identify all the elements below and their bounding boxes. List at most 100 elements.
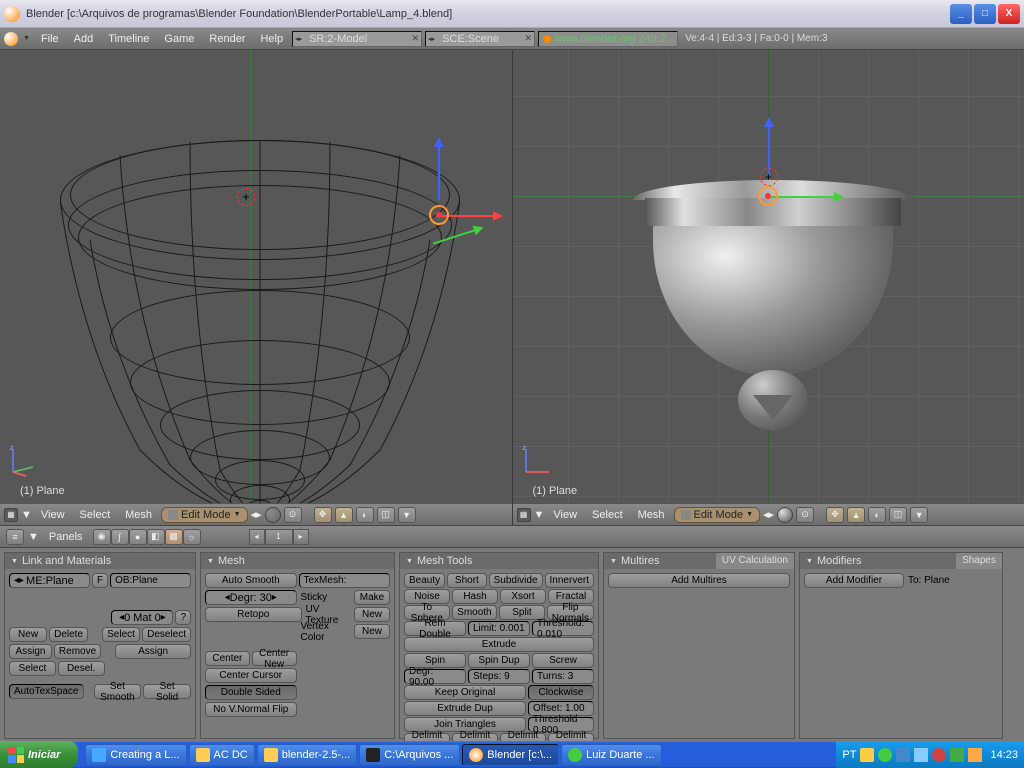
mesh-menu[interactable]: Mesh: [119, 507, 158, 523]
texmesh-field[interactable]: TexMesh:: [299, 573, 391, 588]
short-button[interactable]: Short: [447, 573, 486, 588]
scale-manipulator[interactable]: ◫: [377, 507, 395, 523]
blender-url[interactable]: www.blender.org 249.2: [538, 31, 678, 47]
maximize-button[interactable]: □: [974, 4, 996, 24]
translate-manipulator[interactable]: ▲: [335, 507, 353, 523]
novnormal-button[interactable]: No V.Normal Flip: [205, 702, 297, 717]
context-scene-icon[interactable]: ☼: [183, 529, 201, 545]
start-button[interactable]: Iniciar: [0, 741, 78, 768]
chevron-down-icon[interactable]: ▼: [28, 531, 39, 543]
desel-button[interactable]: Desel.: [58, 661, 105, 676]
retopo-button[interactable]: Retopo: [205, 607, 302, 622]
remove-button[interactable]: Remove: [54, 644, 101, 659]
delete-button[interactable]: Delete: [49, 627, 88, 642]
context-object-icon[interactable]: ◧: [147, 529, 165, 545]
screw-button[interactable]: Screw: [532, 653, 594, 668]
deselect-button[interactable]: Deselect: [142, 627, 191, 642]
turns-field[interactable]: Turns: 3: [532, 669, 594, 684]
f-button[interactable]: F: [92, 573, 108, 588]
xsort-button[interactable]: Xsort: [500, 589, 546, 604]
taskbar-app-blender[interactable]: Blender [c:\...: [462, 744, 559, 766]
viewport-left[interactable]: z (1) Plane ▦ ▼ View Select Mesh Edit Mo…: [0, 50, 513, 525]
pivot-icon[interactable]: ⊙: [796, 507, 814, 523]
editor-type-icon[interactable]: ▦: [4, 508, 18, 522]
editor-type-icon[interactable]: ≡: [6, 529, 24, 545]
delete-screen-icon[interactable]: ✕: [412, 33, 420, 44]
degr-field[interactable]: ◂ Degr: 30 ▸: [205, 590, 297, 605]
autotexspace-button[interactable]: AutoTexSpace: [9, 684, 84, 699]
limit-field[interactable]: Limit: 0.001: [468, 621, 530, 636]
file-menu[interactable]: File: [35, 31, 65, 47]
manipulator-toggle[interactable]: ✥: [314, 507, 332, 523]
clockwise-button[interactable]: Clockwise: [528, 685, 594, 700]
taskbar-app-6[interactable]: Luiz Duarte ...: [561, 744, 661, 766]
view-menu[interactable]: View: [35, 507, 71, 523]
mode-selector[interactable]: Edit Mode ▼: [674, 507, 760, 523]
gizmo-center[interactable]: [758, 186, 778, 206]
cursor-3d[interactable]: [760, 168, 778, 186]
keeporig-button[interactable]: Keep Original: [404, 685, 526, 700]
me-field[interactable]: ◂▸ ME:Plane: [9, 573, 90, 588]
select-vg-button[interactable]: Select: [9, 661, 56, 676]
tray-icon[interactable]: [914, 748, 928, 762]
screen-selector[interactable]: ◂▸ SR:2-Model ✕: [292, 31, 422, 47]
extrudedup-button[interactable]: Extrude Dup: [404, 701, 526, 716]
innervert-button[interactable]: Innervert: [545, 573, 594, 588]
shading-solid-icon[interactable]: [777, 507, 793, 523]
add-menu[interactable]: Add: [68, 31, 100, 47]
spindup-button[interactable]: Spin Dup: [468, 653, 530, 668]
uv-calc-tab[interactable]: UV Calculation: [716, 553, 794, 569]
gizmo-x-axis[interactable]: [771, 196, 841, 198]
context-editing-icon[interactable]: ▦: [165, 529, 183, 545]
tray-icon[interactable]: [968, 748, 982, 762]
taskbar-app-3[interactable]: blender-2.5-...: [257, 744, 357, 766]
setsolid-button[interactable]: Set Solid: [143, 684, 191, 699]
scale-manipulator[interactable]: ◫: [889, 507, 907, 523]
render-menu[interactable]: Render: [203, 31, 251, 47]
chevron-icon[interactable]: ◂▸: [763, 508, 774, 521]
help-button[interactable]: ?: [175, 610, 191, 625]
rotate-manipulator[interactable]: ◐: [868, 507, 886, 523]
new-vcol-button[interactable]: New: [354, 624, 390, 639]
next-icon[interactable]: ▸: [293, 529, 309, 545]
remdouble-button[interactable]: Rem Double: [404, 621, 466, 636]
new-button[interactable]: New: [9, 627, 47, 642]
tray-icon[interactable]: [878, 748, 892, 762]
select-button[interactable]: Select: [102, 627, 140, 642]
view-menu[interactable]: View: [547, 507, 583, 523]
tray-icon[interactable]: [950, 748, 964, 762]
pivot-icon[interactable]: ⊙: [284, 507, 302, 523]
autosmooth-button[interactable]: Auto Smooth: [205, 573, 297, 588]
rotate-manipulator[interactable]: ◐: [356, 507, 374, 523]
threshold-field[interactable]: Threshold: 0.010: [532, 621, 594, 636]
collapse-icon[interactable]: ▼: [207, 558, 214, 565]
help-menu[interactable]: Help: [254, 31, 289, 47]
centernew-button[interactable]: Center New: [252, 651, 297, 666]
steps-field[interactable]: Steps: 9: [468, 669, 530, 684]
gizmo-center[interactable]: [429, 205, 449, 225]
add-multires-button[interactable]: Add Multires: [608, 573, 790, 588]
make-button[interactable]: Make: [354, 590, 390, 605]
assign-mat-button[interactable]: Assign: [115, 644, 191, 659]
collapse-icon[interactable]: ▼: [11, 558, 18, 565]
beauty-button[interactable]: Beauty: [404, 573, 445, 588]
mat-field[interactable]: ◂ 0 Mat 0 ▸: [111, 610, 173, 625]
doublesided-button[interactable]: Double Sided: [205, 685, 297, 700]
shading-wireframe-icon[interactable]: [265, 507, 281, 523]
editor-type-icon[interactable]: ▦: [517, 508, 531, 522]
taskbar-app-1[interactable]: Creating a L...: [85, 744, 186, 766]
taskbar-app-4[interactable]: C:\Arquivos ...: [359, 744, 460, 766]
add-modifier-button[interactable]: Add Modifier: [804, 573, 904, 588]
setsmooth-button[interactable]: Set Smooth: [94, 684, 142, 699]
cursor-3d[interactable]: [237, 188, 255, 206]
collapse-icon[interactable]: ▼: [406, 558, 413, 565]
clock[interactable]: 14:23: [990, 749, 1018, 761]
context-script-icon[interactable]: ∫: [111, 529, 129, 545]
taskbar-app-2[interactable]: AC DC: [189, 744, 255, 766]
degr90-field[interactable]: Degr: 90.00: [404, 669, 466, 684]
tray-icon[interactable]: [860, 748, 874, 762]
prev-icon[interactable]: ◂: [249, 529, 265, 545]
game-menu[interactable]: Game: [158, 31, 200, 47]
assign-button[interactable]: Assign: [9, 644, 52, 659]
gizmo-z-axis[interactable]: [438, 140, 440, 200]
